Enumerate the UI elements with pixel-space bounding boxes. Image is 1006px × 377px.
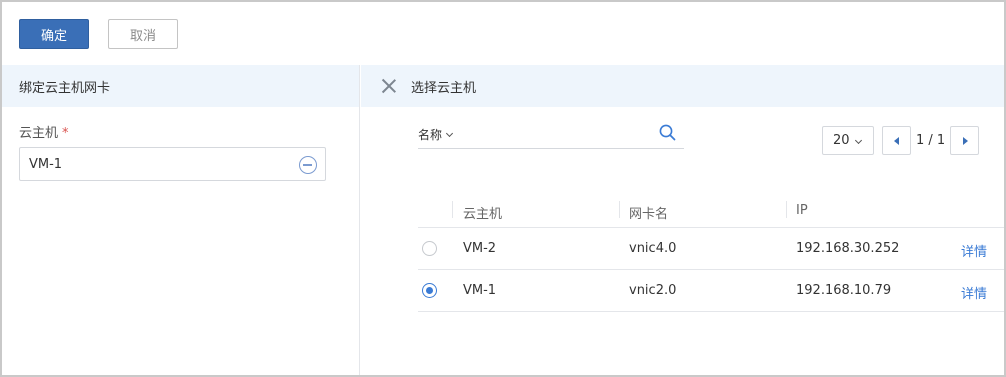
column-header-vm: 云主机 xyxy=(463,207,503,222)
vm-name-cell: VM-1 xyxy=(463,283,497,298)
select-vm-panel: 选择云主机 名称 20 1 / 1 云主机 网卡名 IP VM-2 vnic4.… xyxy=(361,65,1004,375)
column-header-ip: IP xyxy=(796,203,808,218)
column-separator xyxy=(786,201,787,218)
panel-title: 绑定云主机网卡 xyxy=(2,65,359,107)
vm-selected-value: VM-1 xyxy=(29,156,63,172)
vm-nic-table: 云主机 网卡名 IP VM-2 vnic4.0 192.168.30.252 详… xyxy=(418,191,1004,312)
column-separator xyxy=(452,201,453,218)
vm-name-cell: VM-2 xyxy=(463,241,497,256)
chevron-down-icon xyxy=(854,136,863,145)
row-radio[interactable] xyxy=(422,241,437,256)
nic-name-cell: vnic4.0 xyxy=(629,241,677,256)
vm-field-label-text: 云主机 xyxy=(19,126,59,141)
column-separator xyxy=(619,201,620,218)
table-row[interactable]: VM-1 vnic2.0 192.168.10.79 详情 xyxy=(418,270,1004,312)
panel-title: 选择云主机 xyxy=(411,80,477,96)
caret-left-icon xyxy=(894,137,899,145)
confirm-button[interactable]: 确定 xyxy=(19,19,89,49)
action-bar: 确定 取消 xyxy=(2,2,1004,65)
search-icon[interactable] xyxy=(659,124,676,141)
page-info: 1 / 1 xyxy=(916,133,946,148)
table-row[interactable]: VM-2 vnic4.0 192.168.30.252 详情 xyxy=(418,228,1004,270)
search-input[interactable] xyxy=(464,123,644,145)
next-page-button[interactable] xyxy=(950,126,979,155)
row-radio[interactable] xyxy=(422,283,437,298)
chevron-down-icon xyxy=(445,129,454,137)
caret-right-icon xyxy=(963,137,968,145)
vm-field-label: 云主机 * xyxy=(19,122,69,141)
select-vm-header: 选择云主机 xyxy=(361,65,1004,107)
bind-nic-panel: 绑定云主机网卡 云主机 * VM-1 xyxy=(2,65,360,375)
ip-cell: 192.168.30.252 xyxy=(796,241,900,256)
column-header-nic: 网卡名 xyxy=(629,207,669,222)
remove-circle-icon[interactable] xyxy=(299,156,317,174)
search-field-dropdown[interactable]: 名称 xyxy=(418,126,454,143)
page-size-select[interactable]: 20 xyxy=(822,126,874,155)
search-bar: 名称 xyxy=(418,121,684,149)
cancel-button[interactable]: 取消 xyxy=(108,19,178,49)
ip-cell: 192.168.10.79 xyxy=(796,283,892,298)
close-icon[interactable] xyxy=(381,78,397,94)
vm-selected-field[interactable]: VM-1 xyxy=(19,147,326,181)
search-field-label: 名称 xyxy=(418,128,443,142)
nic-name-cell: vnic2.0 xyxy=(629,283,677,298)
page-size-value: 20 xyxy=(833,133,850,148)
required-mark: * xyxy=(62,126,69,141)
details-link[interactable]: 详情 xyxy=(961,283,987,302)
table-header: 云主机 网卡名 IP xyxy=(418,191,1004,228)
details-link[interactable]: 详情 xyxy=(961,241,987,260)
prev-page-button[interactable] xyxy=(882,126,911,155)
